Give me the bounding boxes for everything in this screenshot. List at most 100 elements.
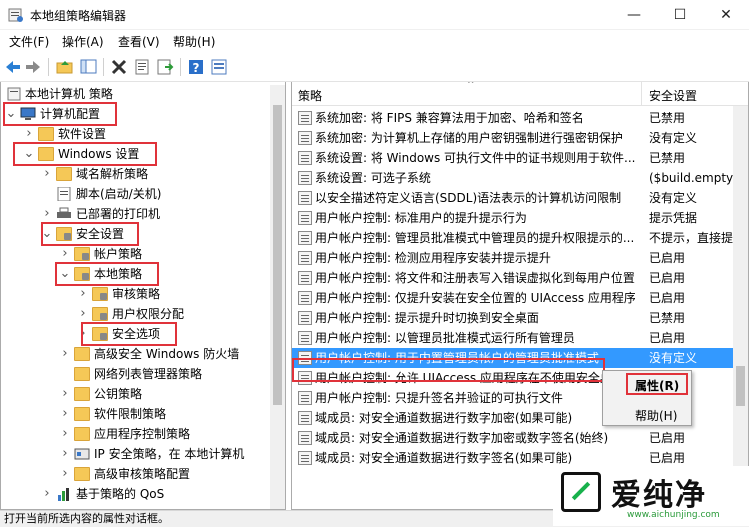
policy-icon bbox=[298, 271, 312, 285]
tree-node[interactable]: › IP 安全策略，在 本地计算机 bbox=[1, 444, 269, 464]
policy-row[interactable]: 用户帐户控制: 检测应用程序安装并提示提升 已启用 bbox=[292, 248, 748, 268]
watermark-text: 爱纯净 bbox=[611, 478, 707, 513]
tree-node[interactable]: › 已部署的打印机 bbox=[1, 204, 269, 224]
tree-node[interactable]: › 软件设置 bbox=[1, 124, 269, 144]
collapsed-arrow-icon[interactable]: › bbox=[41, 164, 53, 184]
policy-name: 用户帐户控制: 以管理员批准模式运行所有管理员 bbox=[315, 331, 575, 345]
collapsed-arrow-icon[interactable]: › bbox=[59, 464, 71, 484]
policy-row[interactable]: 域成员: 对安全通道数据进行数字签名(如果可能) 已启用 bbox=[292, 448, 748, 468]
tree-node[interactable]: 本地计算机 策略 bbox=[1, 84, 269, 104]
help-icon[interactable]: ? bbox=[187, 58, 205, 76]
policy-row[interactable]: 用户帐户控制: 将文件和注册表写入错误虚拟化到每用户位置 已启用 bbox=[292, 268, 748, 288]
collapsed-arrow-icon[interactable]: › bbox=[59, 244, 71, 264]
script-icon bbox=[57, 187, 71, 201]
policy-name: 用户帐户控制: 将文件和注册表写入错误虚拟化到每用户位置 bbox=[315, 271, 635, 285]
tree-node-label: 网络列表管理器策略 bbox=[94, 367, 203, 381]
policy-icon bbox=[298, 151, 312, 165]
collapsed-arrow-icon[interactable]: › bbox=[77, 284, 89, 304]
collapsed-arrow-icon[interactable]: › bbox=[41, 484, 53, 504]
highlight-windows-settings bbox=[13, 142, 157, 166]
toolbar: ? bbox=[0, 52, 749, 82]
tree-node[interactable]: 网络列表管理器策略 bbox=[1, 364, 269, 384]
collapsed-arrow-icon[interactable]: › bbox=[59, 424, 71, 444]
policy-row[interactable]: 系统设置: 将 Windows 可执行文件中的证书规则用于软件... 已禁用 bbox=[292, 148, 748, 168]
qos-chart-icon bbox=[58, 488, 69, 501]
up-folder-icon[interactable] bbox=[56, 58, 74, 76]
policy-row[interactable]: 系统加密: 将 FIPS 兼容算法用于加密、哈希和签名 已禁用 bbox=[292, 108, 748, 128]
tree-node[interactable]: › 域名解析策略 bbox=[1, 164, 269, 184]
column-header-policy[interactable]: 策略 bbox=[298, 87, 322, 104]
menu-action[interactable]: 操作(A) bbox=[62, 33, 104, 50]
tree-node[interactable]: › 高级审核策略配置 bbox=[1, 464, 269, 484]
export-list-icon[interactable] bbox=[156, 58, 174, 76]
policy-name: 系统加密: 将 FIPS 兼容算法用于加密、哈希和签名 bbox=[315, 111, 584, 125]
tree-node-label: 应用程序控制策略 bbox=[94, 427, 191, 441]
context-menu-help[interactable]: 帮助(H) bbox=[635, 407, 677, 424]
policy-name: 用户帐户控制: 管理员批准模式中管理员的提升权限提示的... bbox=[315, 231, 635, 245]
menu-file[interactable]: 文件(F) bbox=[9, 33, 49, 50]
tree-node[interactable]: 脚本(启动/关机) bbox=[1, 184, 269, 204]
show-hide-tree-icon[interactable] bbox=[80, 58, 98, 76]
policy-name: 系统加密: 为计算机上存储的用户密钥强制进行强密钥保护 bbox=[315, 131, 623, 145]
policy-row[interactable]: 以安全描述符定义语言(SDDL)语法表示的计算机访问限制 没有定义 bbox=[292, 188, 748, 208]
policy-icon bbox=[298, 251, 312, 265]
local-policy-icon bbox=[7, 87, 21, 101]
tree-node[interactable]: › 公钥策略 bbox=[1, 384, 269, 404]
policy-name: 以安全描述符定义语言(SDDL)语法表示的计算机访问限制 bbox=[315, 191, 622, 205]
policy-row[interactable]: 系统加密: 为计算机上存储的用户密钥强制进行强密钥保护 没有定义 bbox=[292, 128, 748, 148]
ip-security-icon bbox=[74, 448, 90, 460]
folder-icon bbox=[74, 367, 90, 381]
list-scrollbar[interactable] bbox=[733, 106, 748, 510]
tree-node[interactable]: › 应用程序控制策略 bbox=[1, 424, 269, 444]
menu-help[interactable]: 帮助(H) bbox=[173, 33, 215, 50]
tree-node[interactable]: › 高级安全 Windows 防火墙 bbox=[1, 344, 269, 364]
menu-view[interactable]: 查看(V) bbox=[118, 33, 160, 50]
policy-icon bbox=[298, 331, 312, 345]
tree-node[interactable]: › 帐户策略 bbox=[1, 244, 269, 264]
policy-row[interactable]: 用户帐户控制: 管理员批准模式中管理员的提升权限提示的... 不提示，直接提 bbox=[292, 228, 748, 248]
view-icon[interactable] bbox=[210, 58, 228, 76]
policy-row[interactable]: 用户帐户控制: 提示提升时切换到安全桌面 已禁用 bbox=[292, 308, 748, 328]
tree-node-label: 高级安全 Windows 防火墙 bbox=[94, 347, 240, 361]
forward-icon[interactable] bbox=[24, 58, 42, 76]
highlight-security-settings bbox=[41, 222, 139, 246]
collapsed-arrow-icon[interactable]: › bbox=[59, 344, 71, 364]
tree-node-label: 已部署的打印机 bbox=[76, 207, 161, 221]
policy-row[interactable]: 域成员: 对安全通道数据进行数字加密或数字签名(始终) 已启用 bbox=[292, 428, 748, 448]
column-header-setting[interactable]: 安全设置 bbox=[649, 87, 697, 104]
collapsed-arrow-icon[interactable]: › bbox=[41, 204, 53, 224]
tree-node[interactable]: › 基于策略的 QoS bbox=[1, 484, 269, 504]
watermark: 爱纯净 www.aichunjing.com bbox=[553, 466, 749, 526]
policy-row[interactable]: 用户帐户控制: 仅提升安装在安全位置的 UIAccess 应用程序 已启用 bbox=[292, 288, 748, 308]
collapsed-arrow-icon[interactable]: › bbox=[59, 404, 71, 424]
printer-icon bbox=[57, 207, 71, 218]
collapsed-arrow-icon[interactable]: › bbox=[77, 304, 89, 324]
tree-scrollbar[interactable] bbox=[270, 85, 285, 509]
tree-node-label: 软件限制策略 bbox=[94, 407, 167, 421]
policy-icon bbox=[298, 291, 312, 305]
policy-row[interactable]: 系统设置: 可选子系统 ($build.empty) bbox=[292, 168, 748, 188]
policy-icon bbox=[298, 171, 312, 185]
tree-node-label: 帐户策略 bbox=[94, 247, 143, 261]
policy-icon bbox=[298, 451, 312, 465]
highlight-computer-config bbox=[3, 102, 117, 126]
watermark-logo-icon bbox=[561, 472, 601, 512]
tree-node[interactable]: › 用户权限分配 bbox=[1, 304, 269, 324]
policy-row[interactable]: 用户帐户控制: 标准用户的提升提示行为 提示凭据 bbox=[292, 208, 748, 228]
tree-node[interactable]: › 审核策略 bbox=[1, 284, 269, 304]
policy-row[interactable]: 用户帐户控制: 以管理员批准模式运行所有管理员 已启用 bbox=[292, 328, 748, 348]
properties-icon[interactable] bbox=[133, 58, 151, 76]
collapsed-arrow-icon[interactable]: › bbox=[59, 444, 71, 464]
tree-node[interactable]: › 软件限制策略 bbox=[1, 404, 269, 424]
collapsed-arrow-icon[interactable]: › bbox=[23, 124, 35, 144]
policy-icon bbox=[298, 411, 312, 425]
minimize-button[interactable]: — bbox=[611, 0, 657, 30]
list-header: 策略 ^ 安全设置 bbox=[292, 82, 748, 106]
close-button[interactable]: ✕ bbox=[703, 0, 749, 30]
back-icon[interactable] bbox=[4, 58, 22, 76]
tree-node-label: 本地计算机 策略 bbox=[25, 87, 113, 101]
collapsed-arrow-icon[interactable]: › bbox=[59, 384, 71, 404]
delete-icon[interactable] bbox=[110, 58, 128, 76]
policy-name: 域成员: 对安全通道数据进行数字加密(如果可能) bbox=[315, 411, 573, 425]
maximize-button[interactable]: ☐ bbox=[657, 0, 703, 30]
